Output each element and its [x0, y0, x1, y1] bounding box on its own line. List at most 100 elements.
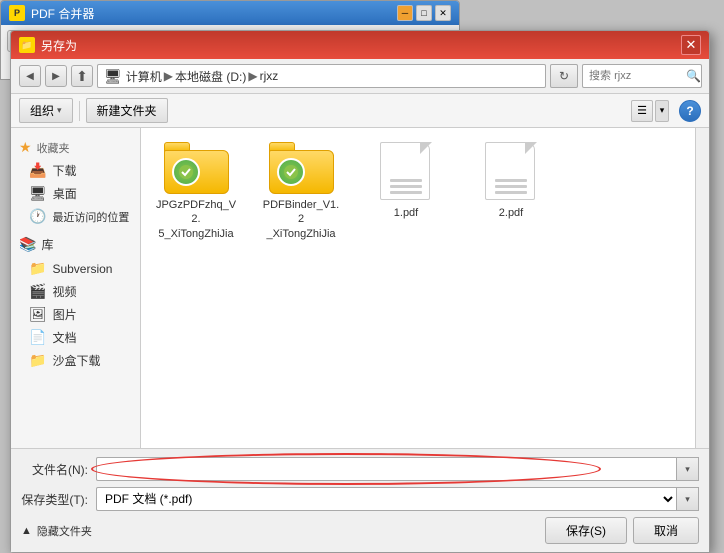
dialog-title: 另存为: [41, 37, 681, 54]
sidebar-item-video[interactable]: 🎬 视频: [11, 280, 140, 303]
forward-btn[interactable]: ▶: [45, 65, 67, 87]
library-header[interactable]: 📚 库: [11, 232, 140, 257]
new-folder-label: 新建文件夹: [97, 102, 157, 119]
subversion-icon: 📁: [29, 260, 46, 277]
green-badge-1: [277, 158, 305, 186]
file-area: JPGzPDFzhq_V2.5_XiTongZhiJia: [141, 128, 709, 448]
image-label: 图片: [53, 306, 77, 323]
bottom-actions: ▲ 隐藏文件夹 保存(S) 取消: [21, 517, 699, 544]
video-label: 视频: [52, 283, 76, 300]
filename-label: 文件名(N):: [21, 461, 96, 478]
pdf-line1-3: [495, 191, 527, 194]
bg-min-btn[interactable]: ─: [397, 5, 413, 21]
sidebar-item-subversion[interactable]: 📁 Subversion: [11, 257, 140, 280]
up-btn[interactable]: ⬆: [71, 65, 93, 87]
back-icon: ◀: [26, 71, 34, 82]
sidebar-item-recent[interactable]: 🕐 最近访问的位置: [11, 205, 140, 228]
bg-close-btn[interactable]: ✕: [435, 5, 451, 21]
dialog-titlebar: 📁 另存为 ✕: [11, 31, 709, 59]
path-sep-2: ▶: [248, 69, 257, 83]
pdf-line2-2: [390, 185, 422, 188]
filename-input-group: ▾: [96, 457, 699, 481]
folder-icon-0: [164, 142, 229, 194]
favorites-header[interactable]: ★ 收藏夹: [11, 136, 140, 159]
sidebar-item-image[interactable]: 🖼 图片: [11, 303, 140, 326]
sidebar-item-doc[interactable]: 📄 文档: [11, 326, 140, 349]
view-dropdown-btn[interactable]: ▾: [655, 100, 669, 122]
download-icon: 📥: [29, 162, 46, 179]
filename-row: 文件名(N): ▾: [21, 457, 699, 481]
sidebar-item-desktop[interactable]: 🖥 桌面: [11, 182, 140, 205]
help-btn[interactable]: ?: [679, 100, 701, 122]
save-button[interactable]: 保存(S): [545, 517, 627, 544]
more-label: 沙盒下载: [52, 352, 100, 369]
file-label-1: PDFBinder_V1.2_XiTongZhiJia: [260, 198, 342, 241]
filename-dropdown-arrow[interactable]: ▾: [677, 457, 699, 481]
filetype-row: 保存类型(T): PDF 文档 (*.pdf) ▾: [21, 487, 699, 511]
forward-icon: ▶: [52, 71, 60, 82]
organize-arrow: ▾: [57, 105, 62, 116]
view-buttons: ☰ ▾ ?: [631, 100, 701, 122]
file-grid: JPGzPDFzhq_V2.5_XiTongZhiJia: [151, 138, 699, 245]
filetype-dropdown-arrow[interactable]: ▾: [677, 487, 699, 511]
save-as-dialog: 📁 另存为 ✕ ◀ ▶ ⬆ 🖥 计算机 ▶ 本地磁盘 (D:) ▶ rjxz: [10, 30, 710, 553]
filetype-label: 保存类型(T):: [21, 491, 96, 508]
file-item-1[interactable]: PDFBinder_V1.2_XiTongZhiJia: [256, 138, 346, 245]
search-input[interactable]: [582, 64, 702, 88]
more-icon: 📁: [29, 352, 46, 369]
up-icon: ⬆: [76, 68, 88, 85]
sidebar-item-download[interactable]: 📥 下载: [11, 159, 140, 182]
doc-icon: 📄: [29, 329, 46, 346]
video-icon: 🎬: [29, 283, 46, 300]
refresh-icon: ↻: [559, 69, 569, 83]
file-item-2[interactable]: 1.pdf: [361, 138, 451, 245]
sidebar: ★ 收藏夹 📥 下载 🖥 桌面 🕐 最近访问的位置: [11, 128, 141, 448]
folder-icon-1: [269, 142, 334, 194]
library-label: 库: [41, 236, 53, 253]
pdf-corner-3: [525, 142, 537, 154]
recent-label: 最近访问的位置: [52, 209, 129, 225]
path-sep-1: ▶: [164, 69, 173, 83]
file-label-2: 1.pdf: [394, 206, 418, 220]
path-computer: 🖥 计算机: [104, 68, 162, 85]
list-view-btn[interactable]: ☰: [631, 100, 653, 122]
refresh-btn[interactable]: ↻: [550, 64, 578, 88]
file-item-3[interactable]: 2.pdf: [466, 138, 556, 245]
filetype-select[interactable]: PDF 文档 (*.pdf): [96, 487, 677, 511]
subversion-label: Subversion: [52, 262, 112, 276]
toolbar-separator: [79, 101, 80, 121]
favorites-section: ★ 收藏夹 📥 下载 🖥 桌面 🕐 最近访问的位置: [11, 136, 140, 228]
dialog-close-btn[interactable]: ✕: [681, 35, 701, 55]
organize-btn[interactable]: 组织 ▾: [19, 98, 73, 123]
desktop-icon: 🖥: [29, 185, 47, 202]
recent-icon: 🕐: [29, 208, 46, 225]
file-label-3: 2.pdf: [499, 206, 523, 220]
bg-max-btn[interactable]: □: [416, 5, 432, 21]
content-area: ★ 收藏夹 📥 下载 🖥 桌面 🕐 最近访问的位置: [11, 128, 709, 448]
filename-input[interactable]: [96, 457, 677, 481]
new-folder-btn[interactable]: 新建文件夹: [86, 98, 168, 123]
scrollbar[interactable]: [695, 128, 709, 448]
desktop-label: 桌面: [53, 185, 77, 202]
pdf-line2-3: [495, 185, 527, 188]
hide-folders-toggle[interactable]: ▲ 隐藏文件夹: [21, 523, 92, 539]
search-icon: 🔍: [686, 69, 701, 83]
library-icon: 📚: [19, 236, 36, 253]
organize-label: 组织: [30, 102, 54, 119]
bottom-form: 文件名(N): ▾ 保存类型(T): PDF 文档 (*.pdf) ▾ ▲ 隐藏…: [11, 448, 709, 552]
bg-titlebar: P PDF 合并器 ─ □ ✕: [1, 1, 459, 25]
image-icon: 🖼: [29, 306, 47, 323]
sidebar-item-more[interactable]: 📁 沙盒下载: [11, 349, 140, 372]
address-path[interactable]: 🖥 计算机 ▶ 本地磁盘 (D:) ▶ rjxz: [97, 64, 546, 88]
cancel-button[interactable]: 取消: [633, 517, 699, 544]
star-icon: ★: [19, 139, 32, 156]
file-item-0[interactable]: JPGzPDFzhq_V2.5_XiTongZhiJia: [151, 138, 241, 245]
dialog-icon: 📁: [19, 37, 35, 53]
list-view-icon: ☰: [637, 104, 647, 117]
green-badge-0: [172, 158, 200, 186]
hide-folders-label: 隐藏文件夹: [37, 523, 92, 539]
back-btn[interactable]: ◀: [19, 65, 41, 87]
path-folder: rjxz: [260, 69, 279, 83]
addressbar: ◀ ▶ ⬆ 🖥 计算机 ▶ 本地磁盘 (D:) ▶ rjxz ↻ 🔍: [11, 59, 709, 94]
bg-title: PDF 合并器: [31, 5, 397, 22]
